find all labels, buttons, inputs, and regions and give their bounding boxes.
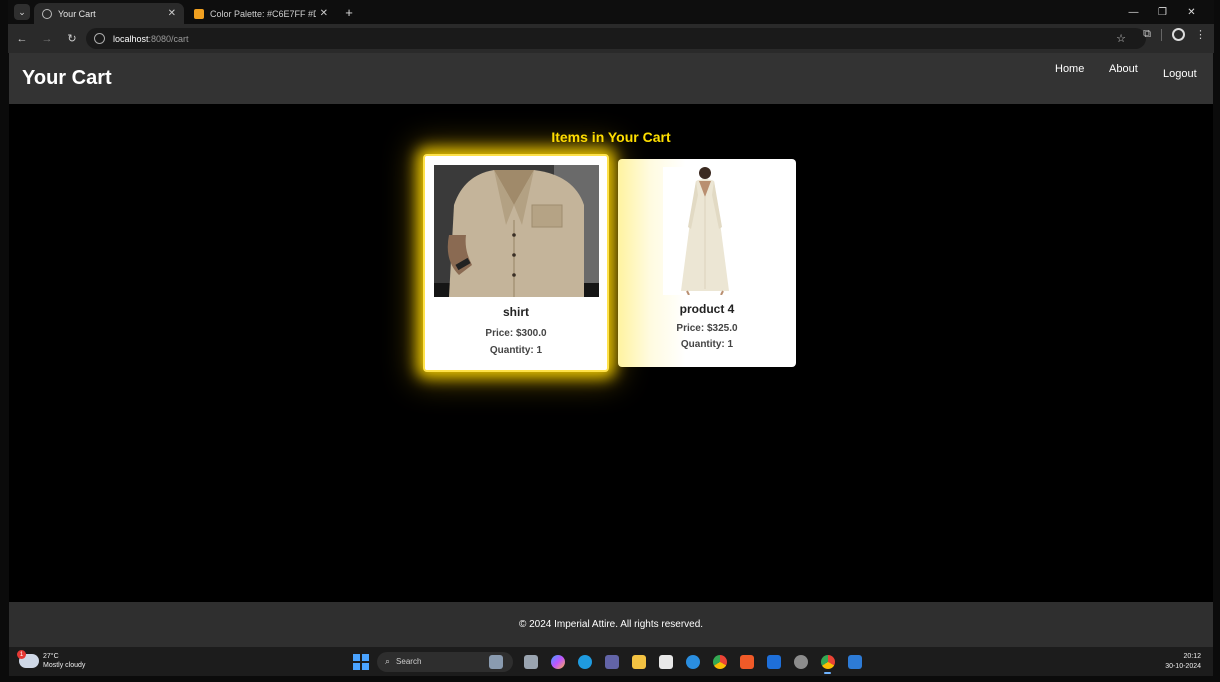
file-explorer-icon[interactable] [629,652,648,671]
cart-section-title: Items in Your Cart [551,129,671,145]
copilot-icon[interactable] [548,652,567,671]
product-image-shirt [434,165,599,297]
site-header: Your Cart Home About Logout [9,53,1213,104]
address-path: :8080/cart [148,33,189,44]
product-price: Price: $300.0 [485,328,547,339]
tab-title: Color Palette: #C6E7FF #D4F6FF [210,8,316,19]
system-clock[interactable]: 20:12 30-10-2024 [1165,652,1201,672]
tab-title: Your Cart [58,8,96,19]
new-tab-button[interactable]: + [341,4,357,20]
extensions-icon[interactable]: ⧉ [1143,28,1151,41]
teams-icon[interactable] [602,652,621,671]
app-icon[interactable] [683,652,702,671]
tab-search-button[interactable]: ⌄ [14,4,30,20]
cloud-icon: 1 [17,650,39,668]
nav-home-link[interactable]: Home [1055,63,1084,75]
address-bar[interactable]: localhost:8080/cart ☆ [86,28,1146,49]
page-title: Your Cart [22,67,112,89]
reload-button[interactable]: ↻ [61,28,83,50]
toolbar-divider [1161,28,1162,41]
cart-item-card[interactable]: product 4 Price: $325.0 Quantity: 1 [618,159,796,367]
palette-icon [194,8,204,19]
vscode-icon[interactable] [845,652,864,671]
chrome-active-icon[interactable] [818,652,837,674]
weather-temp: 27°C [43,653,59,660]
product-quantity: Quantity: 1 [489,345,543,356]
page-viewport: Your Cart Home About Logout Items in You… [9,53,1213,647]
brave-icon[interactable] [737,652,756,671]
clock-date: 30-10-2024 [1165,663,1201,670]
site-info-icon[interactable] [94,33,105,44]
weather-widget[interactable]: 1 27°C Mostly cloudy [17,650,86,670]
restore-icon[interactable]: ❐ [1148,2,1177,22]
chrome-icon[interactable] [710,652,729,671]
back-button[interactable]: ← [11,28,33,50]
screen: ⌄ Your Cart ✕ Color Palette: #C6E7FF #D4… [0,0,1220,682]
close-icon[interactable]: ✕ [168,8,176,19]
taskbar-search[interactable]: ⌕ Search [377,651,513,672]
task-view-icon[interactable] [521,652,540,671]
site-footer: © 2024 Imperial Attire. All rights reser… [9,602,1213,647]
globe-icon [42,8,52,19]
search-icon: ⌕ [385,656,391,666]
window-controls: — ❐ ✕ [1119,2,1206,22]
address-host: localhost [113,33,149,44]
product-quantity: Quantity: 1 [680,339,734,350]
product-name: product 4 [679,302,735,316]
close-icon[interactable]: ✕ [320,8,328,19]
footer-copyright: © 2024 Imperial Attire. All rights reser… [518,619,704,630]
weather-badge: 1 [17,650,26,659]
nav-about-link[interactable]: About [1109,63,1138,75]
store-icon[interactable] [656,652,675,671]
weather-desc: Mostly cloudy [43,662,86,669]
bookmark-star-icon[interactable]: ☆ [1116,32,1126,45]
windows-start-icon[interactable] [353,653,369,670]
nav-logout-link[interactable]: Logout [1163,68,1197,80]
settings-icon[interactable] [791,652,810,671]
edge-icon[interactable] [575,652,594,671]
cart-item-card[interactable]: shirt Price: $300.0 Quantity: 1 [423,154,609,372]
tab-your-cart[interactable]: Your Cart ✕ [34,3,184,24]
app-icon[interactable] [764,652,783,671]
clock-time: 20:12 [1183,653,1201,660]
product-image-dress [663,167,748,295]
menu-icon[interactable]: ⋮ [1195,28,1206,41]
forward-button[interactable]: → [36,28,58,50]
product-price: Price: $325.0 [676,323,738,334]
toolbar-actions: ⧉ ⋮ [1143,28,1206,41]
search-highlight-icon [489,654,503,669]
taskbar-apps: ⌕ Search [353,651,864,674]
tab-color-palette[interactable]: Color Palette: #C6E7FF #D4F6FF ✕ [186,3,336,24]
browser-tabstrip: ⌄ Your Cart ✕ Color Palette: #C6E7FF #D4… [8,0,1214,24]
product-name: shirt [502,305,529,319]
close-window-icon[interactable]: ✕ [1177,2,1206,22]
browser-toolbar: ← → ↻ localhost:8080/cart ☆ ⧉ ⋮ [8,24,1214,53]
profile-icon[interactable] [1172,28,1185,41]
minimize-icon[interactable]: — [1119,2,1148,22]
taskbar-search-label: Search [396,657,422,666]
os-taskbar: 1 27°C Mostly cloudy ⌕ Search 20:12 30-1… [9,647,1213,676]
